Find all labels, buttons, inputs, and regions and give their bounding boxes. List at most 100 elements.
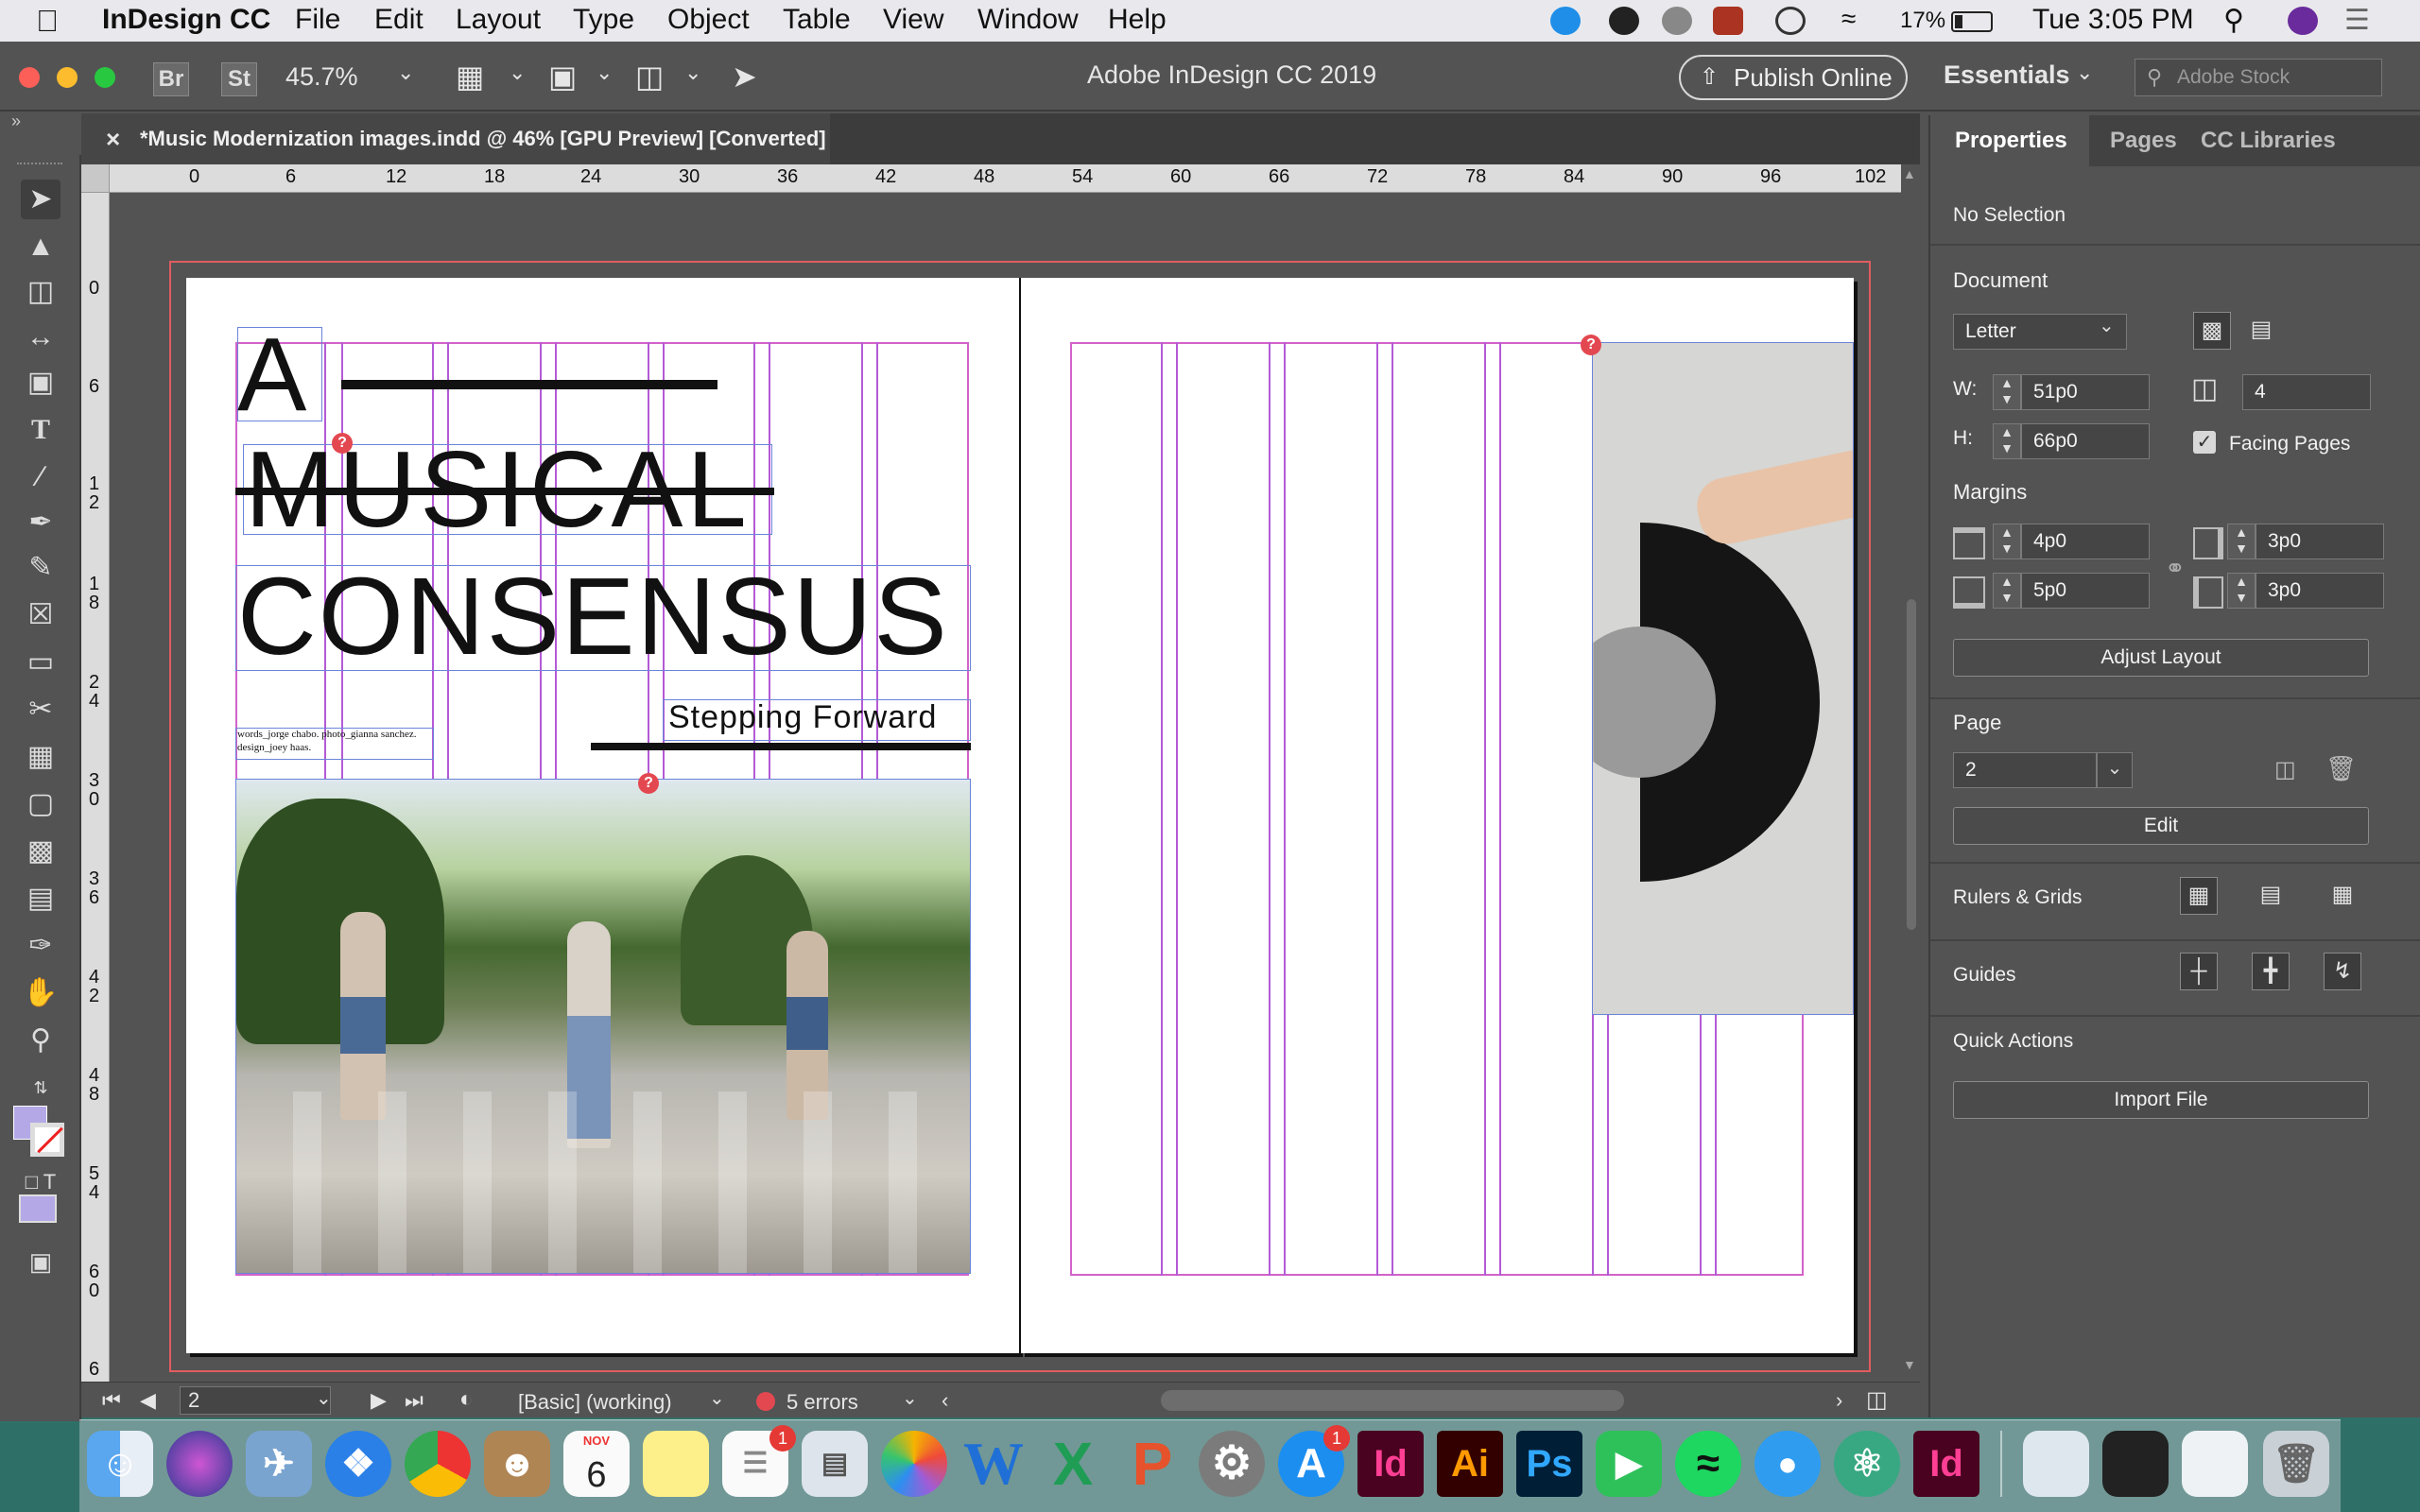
pen-tool-icon[interactable]: ✒: [21, 503, 60, 542]
note-tool-icon[interactable]: ▤: [21, 879, 60, 919]
title-consensus[interactable]: CONSENSUS: [237, 559, 949, 673]
smart-guides-icon[interactable]: ↯: [2324, 953, 2361, 990]
system-preferences-icon[interactable]: ⚙: [1199, 1431, 1265, 1497]
zoom-window-button[interactable]: [95, 67, 115, 88]
menu-object[interactable]: Object: [667, 4, 750, 36]
excel-icon[interactable]: X: [1040, 1431, 1106, 1497]
tab-pages[interactable]: Pages: [2110, 115, 2177, 166]
close-window-button[interactable]: [19, 67, 40, 88]
keynote-icon[interactable]: ▤: [802, 1431, 868, 1497]
chevron-down-icon[interactable]: ⌄: [596, 60, 613, 85]
menu-table[interactable]: Table: [783, 4, 851, 36]
indesign-app-icon[interactable]: Id: [1913, 1431, 1979, 1497]
photo-app-icon[interactable]: ✈: [246, 1431, 312, 1497]
contacts-icon[interactable]: ☻: [484, 1431, 550, 1497]
chevron-down-icon[interactable]: ⌄: [397, 60, 414, 85]
gradient-feather-tool-icon[interactable]: ▩: [21, 832, 60, 871]
free-transform-tool-icon[interactable]: ▦: [21, 737, 60, 777]
chevron-down-icon[interactable]: ⌄: [684, 60, 701, 85]
gap-tool-icon[interactable]: ↔: [21, 318, 60, 357]
import-file-button[interactable]: Import File: [1953, 1081, 2369, 1119]
facing-pages-checkbox[interactable]: ✓: [2193, 431, 2216, 454]
right-page[interactable]: ?: [1021, 278, 1854, 1353]
gradient-swatch-tool-icon[interactable]: ▢: [21, 784, 60, 824]
siri-icon[interactable]: [166, 1431, 233, 1497]
page-number-field[interactable]: 2: [180, 1386, 331, 1415]
pencil-tool-icon[interactable]: ✎: [21, 548, 60, 588]
landscape-orientation-icon[interactable]: ▤: [2242, 312, 2280, 350]
pasteboard[interactable]: A MUSICAL ? CONSENSUS Stepping Forward w…: [111, 193, 1901, 1383]
preflight-profile-icon[interactable]: ◐: [459, 1386, 474, 1413]
page-count-field[interactable]: 4: [2242, 374, 2371, 410]
page-tool-icon[interactable]: ◫: [21, 272, 60, 312]
lock-guides-icon[interactable]: ╋: [2252, 953, 2290, 990]
publish-rocket-icon[interactable]: ➤: [732, 59, 757, 94]
direct-selection-tool-icon[interactable]: ▲: [21, 227, 60, 266]
collapse-toolbar-icon[interactable]: »: [11, 112, 21, 131]
chevron-down-icon[interactable]: ⌄: [2076, 60, 2093, 85]
previous-page-icon[interactable]: ◀: [140, 1388, 156, 1413]
ruler-origin[interactable]: [81, 164, 110, 193]
notes-icon[interactable]: [643, 1431, 709, 1497]
next-page-icon[interactable]: ▶: [371, 1388, 387, 1413]
guides-icon[interactable]: ┼: [2180, 953, 2218, 990]
notification-center-icon[interactable]: ☰: [2344, 4, 2370, 37]
current-page-field[interactable]: 2: [1953, 752, 2097, 788]
margin-top-field[interactable]: 4p0: [2021, 524, 2150, 559]
apple-menu-icon[interactable]: : [36, 4, 59, 39]
error-count[interactable]: 5 errors: [786, 1390, 858, 1415]
error-status-icon[interactable]: [756, 1392, 775, 1411]
scroll-thumb[interactable]: [1907, 599, 1916, 930]
chevron-down-icon[interactable]: ⌄: [509, 60, 526, 85]
last-page-icon[interactable]: ⏭: [405, 1388, 424, 1413]
arrange-documents-icon[interactable]: ◫: [635, 59, 664, 94]
scroll-left-icon[interactable]: ‹: [942, 1388, 948, 1413]
error-marker-icon[interactable]: ?: [332, 433, 353, 454]
menu-help[interactable]: Help: [1108, 4, 1167, 36]
menu-type[interactable]: Type: [573, 4, 634, 36]
facetime-icon[interactable]: ▶: [1596, 1431, 1662, 1497]
content-collector-icon[interactable]: ▣: [21, 363, 60, 403]
chevron-down-icon[interactable]: ⌄: [2099, 314, 2115, 337]
height-field[interactable]: 66p0: [2021, 423, 2150, 459]
left-page[interactable]: A MUSICAL ? CONSENSUS Stepping Forward w…: [186, 278, 1019, 1353]
margin-outside-field[interactable]: 3p0: [2256, 573, 2384, 609]
horizontal-scroll-thumb[interactable]: [1161, 1390, 1624, 1411]
strikethrough-rule[interactable]: [235, 488, 774, 495]
chevron-down-icon[interactable]: ⌄: [709, 1386, 725, 1410]
hand-tool-icon[interactable]: ✋: [21, 973, 60, 1013]
menu-view[interactable]: View: [883, 4, 943, 36]
powerpoint-icon[interactable]: P: [1119, 1431, 1185, 1497]
vertical-ruler[interactable]: 0 6 1 2 1 8 2 4 3 0 3 6 4 2 4 8 5 4 6 0 …: [81, 193, 110, 1383]
rectangle-tool-icon[interactable]: ▭: [21, 643, 60, 682]
workspace-switcher[interactable]: Essentials: [1944, 60, 2070, 90]
error-marker-icon[interactable]: ?: [638, 773, 659, 794]
width-field[interactable]: 51p0: [2021, 374, 2150, 410]
spotlight-icon[interactable]: ⚲: [2223, 4, 2244, 37]
width-stepper[interactable]: ▲ ▼: [1993, 374, 2021, 410]
time-machine-icon[interactable]: [1775, 7, 1806, 35]
credits[interactable]: words_jorge chabo. photo_gianna sanchez.…: [237, 728, 432, 754]
subtitle[interactable]: Stepping Forward: [668, 699, 937, 736]
error-marker-icon[interactable]: ?: [1581, 335, 1601, 355]
title-rule[interactable]: [341, 380, 717, 389]
close-tab-icon[interactable]: ×: [106, 113, 120, 164]
document-grid-icon[interactable]: ▦: [2324, 877, 2361, 915]
menu-window[interactable]: Window: [977, 4, 1079, 36]
clock[interactable]: Tue 3:05 PM: [2032, 4, 2194, 36]
margin-outside-stepper[interactable]: ▲ ▼: [2227, 573, 2256, 609]
publish-online-button[interactable]: ⇧ Publish Online: [1679, 55, 1908, 100]
photoshop-app-icon[interactable]: Ps: [1516, 1431, 1582, 1497]
safari-icon[interactable]: ❖: [325, 1431, 391, 1497]
calendar-icon[interactable]: NOV 6: [563, 1431, 630, 1497]
rectangle-frame-tool-icon[interactable]: ☒: [21, 595, 60, 635]
screen-mode-icon[interactable]: ▣: [548, 59, 577, 94]
menu-layout[interactable]: Layout: [456, 4, 541, 36]
documents-stack-icon[interactable]: [2182, 1431, 2248, 1497]
margin-top-stepper[interactable]: ▲ ▼: [1993, 524, 2021, 559]
edit-page-button[interactable]: Edit: [1953, 807, 2369, 845]
stock-button[interactable]: St: [221, 62, 257, 96]
margin-bottom-stepper[interactable]: ▲ ▼: [1993, 573, 2021, 609]
sync-icon[interactable]: [1662, 7, 1692, 35]
link-margins-icon[interactable]: ⚭: [2165, 554, 2186, 583]
